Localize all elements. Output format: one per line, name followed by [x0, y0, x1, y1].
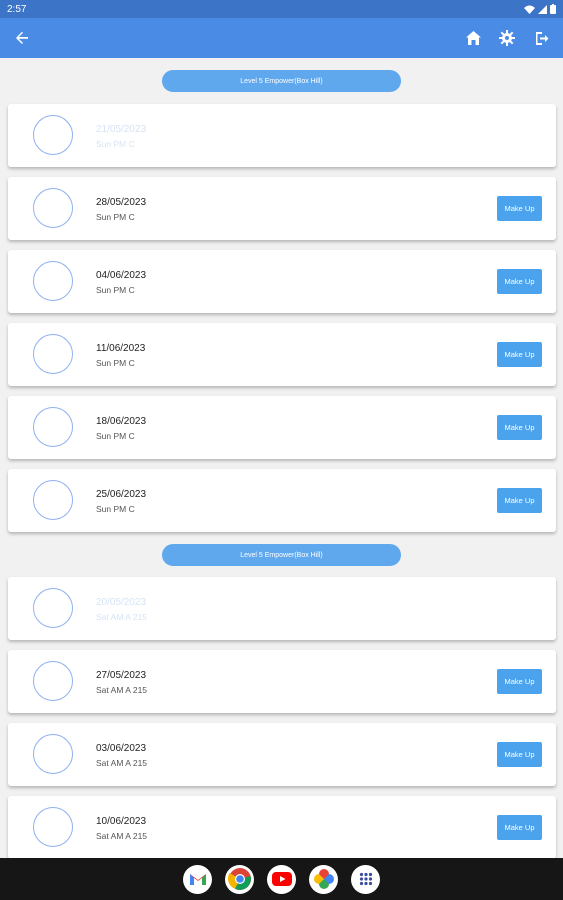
item-date: 21/05/2023 [96, 124, 147, 135]
status-time: 2:57 [7, 3, 27, 15]
item-session: Sat AM A 215 [96, 612, 148, 622]
item-session: Sat AM A 215 [96, 685, 148, 695]
list-item[interactable]: 18/06/2023 Sun PM C Make Up [8, 396, 556, 459]
wifi-icon [524, 5, 535, 14]
item-session: Sun PM C [96, 139, 135, 149]
item-session: Sun PM C [96, 285, 135, 295]
logout-icon [535, 31, 548, 45]
gear-icon [499, 30, 515, 46]
list-item[interactable]: 20/05/2023 Sat AM A 215 [8, 577, 556, 640]
status-circle [33, 261, 73, 301]
item-date: 18/06/2023 [96, 416, 147, 427]
item-session: Sun PM C [96, 212, 135, 222]
list-item[interactable]: 28/05/2023 Sun PM C Make Up [8, 177, 556, 240]
item-date: 25/06/2023 [96, 489, 147, 500]
section-header: Level 5 Empower(Box Hill) [162, 70, 401, 92]
status-icons [524, 4, 556, 14]
photos-icon [313, 869, 334, 889]
item-session: Sun PM C [96, 504, 135, 514]
dock-app-drawer[interactable] [351, 864, 380, 894]
logout-button[interactable] [531, 28, 551, 48]
make-up-button[interactable]: Make Up [497, 669, 542, 694]
status-bar: 2:57 [0, 0, 563, 18]
list-item[interactable]: 27/05/2023 Sat AM A 215 Make Up [8, 650, 556, 713]
battery-icon [550, 4, 556, 14]
make-up-button[interactable]: Make Up [497, 342, 542, 367]
section-header: Level 5 Empower(Box Hill) [162, 544, 401, 566]
home-button[interactable] [463, 28, 483, 48]
status-circle [33, 115, 73, 155]
schedule-list[interactable]: Level 5 Empower(Box Hill) 21/05/2023 Sun… [0, 58, 563, 858]
list-item[interactable]: 21/05/2023 Sun PM C [8, 104, 556, 167]
signal-icon [538, 4, 547, 14]
dock-youtube[interactable] [267, 864, 296, 894]
app-drawer-icon [359, 872, 372, 886]
make-up-button[interactable]: Make Up [497, 742, 542, 767]
back-button[interactable] [12, 28, 32, 48]
chrome-icon [227, 868, 251, 890]
dock-photos[interactable] [309, 864, 338, 894]
gmail-icon [189, 874, 206, 885]
make-up-button[interactable]: Make Up [497, 488, 542, 513]
status-circle [33, 188, 73, 228]
status-circle [33, 407, 73, 447]
list-item[interactable]: 03/06/2023 Sat AM A 215 Make Up [8, 723, 556, 786]
status-circle [33, 807, 73, 847]
make-up-button[interactable]: Make Up [497, 815, 542, 840]
status-circle [33, 661, 73, 701]
status-circle [33, 480, 73, 520]
item-session: Sun PM C [96, 358, 135, 368]
list-item[interactable]: 25/06/2023 Sun PM C Make Up [8, 469, 556, 532]
item-date: 20/05/2023 [96, 597, 147, 608]
item-date: 04/06/2023 [96, 270, 147, 281]
home-icon [465, 31, 481, 45]
app-bar [0, 18, 563, 58]
dock-chrome[interactable] [225, 864, 254, 894]
item-date: 28/05/2023 [96, 197, 147, 208]
list-item[interactable]: 04/06/2023 Sun PM C Make Up [8, 250, 556, 313]
youtube-icon [271, 872, 292, 886]
item-session: Sat AM A 215 [96, 758, 148, 768]
settings-button[interactable] [497, 28, 517, 48]
make-up-button[interactable]: Make Up [497, 269, 542, 294]
list-item[interactable]: 11/06/2023 Sun PM C Make Up [8, 323, 556, 386]
item-date: 27/05/2023 [96, 670, 147, 681]
item-date: 03/06/2023 [96, 743, 147, 754]
dock-gmail[interactable] [183, 864, 212, 894]
arrow-left-icon [16, 31, 28, 44]
item-date: 11/06/2023 [96, 343, 146, 354]
make-up-button[interactable]: Make Up [497, 196, 542, 221]
list-item[interactable]: 10/06/2023 Sat AM A 215 Make Up [8, 796, 556, 858]
item-session: Sun PM C [96, 431, 135, 441]
make-up-button[interactable]: Make Up [497, 415, 542, 440]
taskbar [0, 858, 563, 900]
status-circle [33, 334, 73, 374]
status-circle [33, 588, 73, 628]
item-session: Sat AM A 215 [96, 831, 148, 841]
item-date: 10/06/2023 [96, 816, 147, 827]
status-circle [33, 734, 73, 774]
